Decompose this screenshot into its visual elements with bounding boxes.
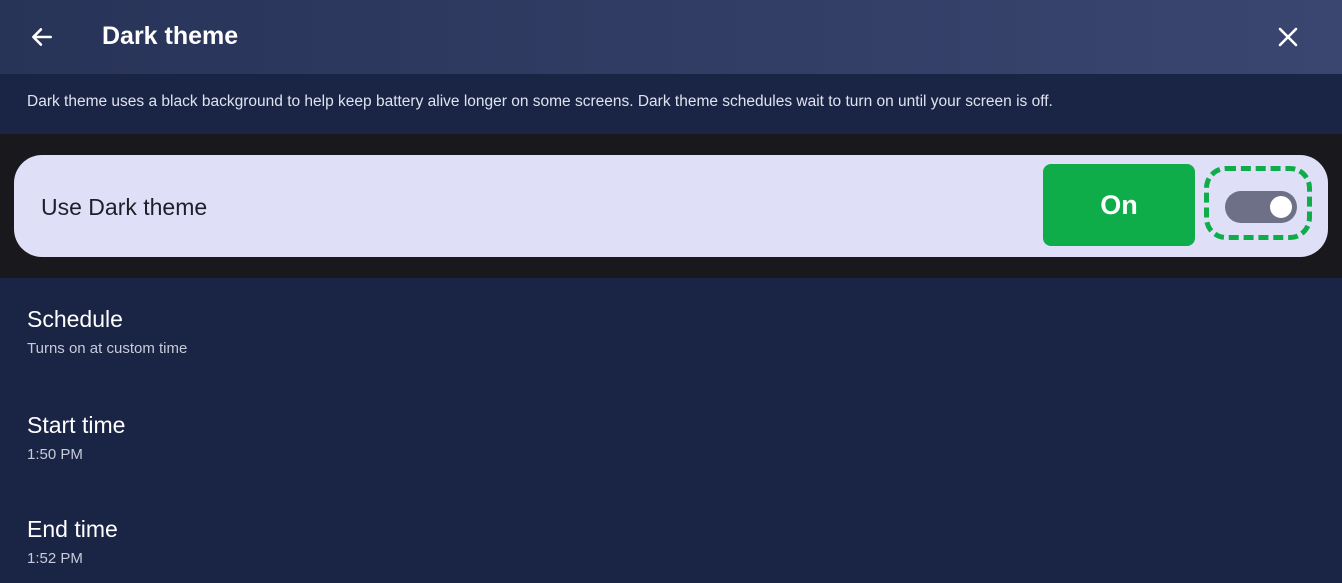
close-button[interactable] [1266,15,1310,59]
schedule-subtitle: Turns on at custom time [27,340,188,357]
switch-knob [1270,196,1292,218]
schedule-title: Schedule [27,306,123,332]
dark-theme-switch[interactable] [1225,191,1297,223]
start-time-setting[interactable]: Start time 1:50 PM [27,411,125,465]
close-icon [1278,27,1298,47]
description-bar: Dark theme uses a black background to he… [0,74,1342,134]
use-dark-theme-label: Use Dark theme [41,194,208,220]
start-time-value: 1:50 PM [27,446,83,463]
app-header: Dark theme [0,0,1342,74]
description-text: Dark theme uses a black background to he… [27,93,1053,110]
back-button[interactable] [22,17,62,57]
schedule-setting[interactable]: Schedule Turns on at custom time [27,305,187,359]
end-time-value: 1:52 PM [27,550,83,567]
start-time-title: Start time [27,412,126,438]
end-time-title: End time [27,516,118,542]
page-title: Dark theme [102,22,239,50]
on-state-badge: On [1043,164,1195,246]
use-dark-theme-row[interactable]: Use Dark theme On [14,155,1328,257]
arrow-left-icon [32,28,52,46]
end-time-setting[interactable]: End time 1:52 PM [27,515,118,569]
